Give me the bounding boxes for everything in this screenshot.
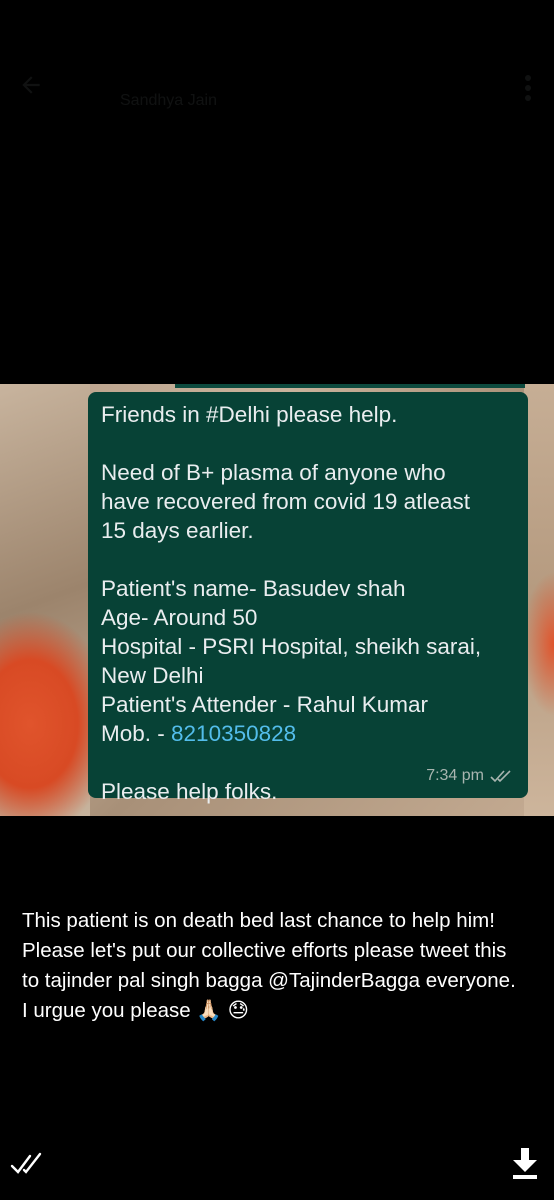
message-line: have recovered from covid 19 atleast [101,489,470,514]
message-time: 7:34 pm [426,767,484,784]
mobile-line: Mob. - 8210350828 [101,719,516,748]
message-meta: 7:34 pm [426,761,514,790]
message-line: Patient's Attender - Rahul Kumar [101,692,428,717]
media-viewer: Sandhya Jain Friends in #Delhi please he… [0,0,554,1200]
contact-name: Sandhya Jain [120,92,217,109]
faded-header: Sandhya Jain [0,0,554,130]
mobile-label: Mob. - [101,721,172,746]
arrow-left-icon[interactable] [18,72,44,98]
shared-image[interactable]: Friends in #Delhi please help. Need of B… [0,384,554,816]
message-line: 15 days earlier. [101,518,254,543]
previous-bubble-edge [175,384,525,388]
message-line: Friends in #Delhi please help. [101,402,398,427]
double-check-icon [10,1152,42,1174]
message-bubble: Friends in #Delhi please help. Need of B… [88,392,528,804]
message-line: New Delhi [101,663,204,688]
double-check-icon [490,769,511,782]
message-line: Patient's name- Basudev shah [101,576,406,601]
phone-number-link: 8210350828 [171,721,297,746]
message-line: Age- Around 50 [101,605,258,630]
message-line: Hospital - PSRI Hospital, sheikh sarai, [101,634,482,659]
image-background-right [524,384,554,816]
image-background-left [0,384,90,816]
download-icon[interactable] [509,1146,541,1180]
more-vert-icon[interactable] [524,74,532,102]
message-line: Need of B+ plasma of anyone who [101,460,446,485]
image-caption: This patient is on death bed last chance… [22,909,516,1022]
